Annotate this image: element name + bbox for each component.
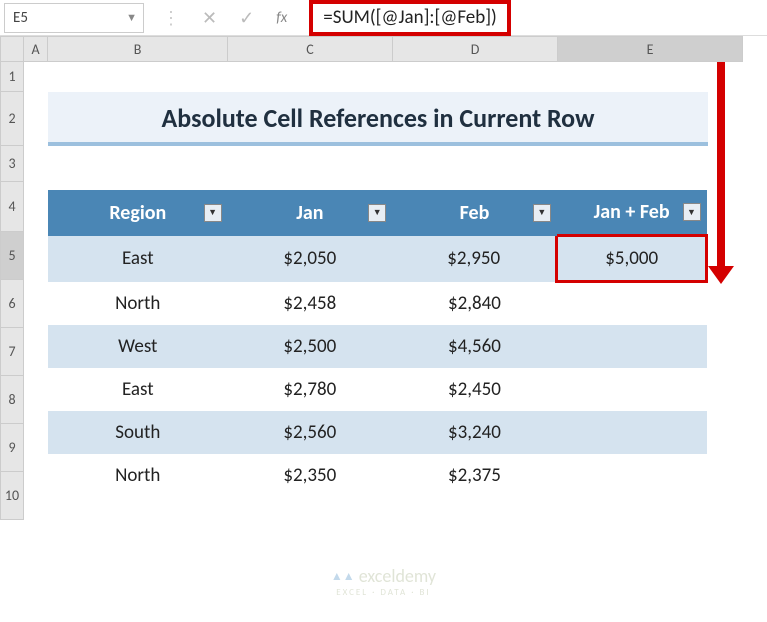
th-feb: Feb ▼ bbox=[392, 190, 557, 236]
th-region: Region ▼ bbox=[48, 190, 228, 236]
col-header-c[interactable]: C bbox=[228, 36, 393, 62]
cell-sum[interactable] bbox=[557, 325, 707, 368]
table-row: South $2,560 $3,240 bbox=[48, 411, 707, 454]
row-header-3[interactable]: 3 bbox=[0, 146, 24, 182]
watermark-sub: EXCEL · DATA · BI bbox=[331, 587, 436, 598]
filter-icon[interactable]: ▼ bbox=[683, 203, 701, 221]
cell-feb[interactable]: $4,560 bbox=[392, 325, 557, 368]
filter-icon[interactable]: ▼ bbox=[533, 204, 551, 222]
divider-icon: ⋮ bbox=[162, 7, 180, 29]
col-header-a[interactable]: A bbox=[24, 36, 48, 62]
table-header-row: Region ▼ Jan ▼ Feb ▼ Jan + Feb ▼ bbox=[48, 190, 707, 236]
row-header-10[interactable]: 10 bbox=[0, 472, 24, 520]
cell-sum-selected[interactable]: $5,000 bbox=[557, 236, 707, 282]
sheet-content: Absolute Cell References in Current Row … bbox=[24, 62, 767, 497]
th-jan-label: Jan bbox=[296, 201, 323, 225]
row-header-5[interactable]: 5 bbox=[0, 232, 24, 280]
select-all-corner[interactable] bbox=[0, 36, 24, 62]
watermark-logo: ▲▲ exceldemy bbox=[331, 565, 436, 587]
cell-jan[interactable]: $2,560 bbox=[228, 411, 393, 454]
row-header-6[interactable]: 6 bbox=[0, 280, 24, 328]
cell-jan[interactable]: $2,458 bbox=[228, 282, 393, 325]
th-feb-label: Feb bbox=[460, 201, 490, 225]
table-row: East $2,050 $2,950 $5,000 bbox=[48, 236, 707, 282]
row-header-7[interactable]: 7 bbox=[0, 328, 24, 376]
row-headers: 1 2 3 4 5 6 7 8 9 10 bbox=[0, 62, 24, 520]
cell-region[interactable]: North bbox=[48, 282, 228, 325]
cell-sum[interactable] bbox=[557, 368, 707, 411]
formula-input[interactable]: =SUM([@Jan]:[@Feb]) bbox=[309, 0, 511, 36]
cell-jan[interactable]: $2,780 bbox=[228, 368, 393, 411]
table-row: West $2,500 $4,560 bbox=[48, 325, 707, 368]
cell-region[interactable]: East bbox=[48, 368, 228, 411]
th-jan: Jan ▼ bbox=[228, 190, 393, 236]
cell-region[interactable]: East bbox=[48, 236, 228, 282]
row-header-2[interactable]: 2 bbox=[0, 92, 24, 146]
table-row: North $2,458 $2,840 bbox=[48, 282, 707, 325]
cell-feb[interactable]: $2,375 bbox=[392, 454, 557, 497]
cell-sum[interactable] bbox=[557, 411, 707, 454]
col-header-d[interactable]: D bbox=[393, 36, 558, 62]
filter-icon[interactable]: ▼ bbox=[204, 204, 222, 222]
cell-jan[interactable]: $2,050 bbox=[228, 236, 393, 282]
name-box-value: E5 bbox=[13, 9, 28, 27]
row-header-4[interactable]: 4 bbox=[0, 182, 24, 232]
cell-region[interactable]: West bbox=[48, 325, 228, 368]
watermark: ▲▲ exceldemy EXCEL · DATA · BI bbox=[331, 565, 436, 598]
data-table: Region ▼ Jan ▼ Feb ▼ Jan + Feb ▼ East $2,050… bbox=[48, 190, 708, 497]
table-row: North $2,350 $2,375 bbox=[48, 454, 707, 497]
formula-bar-icons: ⋮ ✕ ✓ fx bbox=[148, 7, 309, 29]
cell-region[interactable]: South bbox=[48, 411, 228, 454]
cell-jan[interactable]: $2,500 bbox=[228, 325, 393, 368]
triangle-icon: ▲▲ bbox=[331, 569, 355, 584]
th-sum-label: Jan + Feb bbox=[594, 200, 670, 224]
column-headers: A B C D E bbox=[0, 36, 767, 62]
formula-bar-area: E5 ▼ ⋮ ✕ ✓ fx =SUM([@Jan]:[@Feb]) bbox=[0, 0, 767, 36]
row-header-8[interactable]: 8 bbox=[0, 376, 24, 424]
formula-text: =SUM([@Jan]:[@Feb]) bbox=[323, 6, 497, 29]
spreadsheet-grid: A B C D E 1 2 3 4 5 6 7 8 9 10 Absolute … bbox=[0, 36, 767, 62]
chevron-down-icon[interactable]: ▼ bbox=[126, 11, 137, 24]
row-header-9[interactable]: 9 bbox=[0, 424, 24, 472]
cell-region[interactable]: North bbox=[48, 454, 228, 497]
cell-feb[interactable]: $3,240 bbox=[392, 411, 557, 454]
watermark-text: exceldemy bbox=[359, 565, 436, 587]
th-sum: Jan + Feb ▼ bbox=[557, 190, 707, 236]
cell-sum[interactable] bbox=[557, 454, 707, 497]
col-header-b[interactable]: B bbox=[48, 36, 228, 62]
page-title: Absolute Cell References in Current Row bbox=[48, 92, 708, 146]
cancel-icon[interactable]: ✕ bbox=[202, 7, 217, 29]
table-row: East $2,780 $2,450 bbox=[48, 368, 707, 411]
cell-feb[interactable]: $2,840 bbox=[392, 282, 557, 325]
cell-feb[interactable]: $2,950 bbox=[392, 236, 557, 282]
col-header-e[interactable]: E bbox=[558, 36, 743, 62]
name-box[interactable]: E5 ▼ bbox=[4, 3, 144, 33]
th-region-label: Region bbox=[109, 201, 166, 225]
cell-jan[interactable]: $2,350 bbox=[228, 454, 393, 497]
fx-icon[interactable]: fx bbox=[276, 9, 295, 27]
cell-sum[interactable] bbox=[557, 282, 707, 325]
enter-icon[interactable]: ✓ bbox=[239, 7, 254, 29]
cell-feb[interactable]: $2,450 bbox=[392, 368, 557, 411]
filter-icon[interactable]: ▼ bbox=[368, 204, 386, 222]
row-header-1[interactable]: 1 bbox=[0, 62, 24, 92]
